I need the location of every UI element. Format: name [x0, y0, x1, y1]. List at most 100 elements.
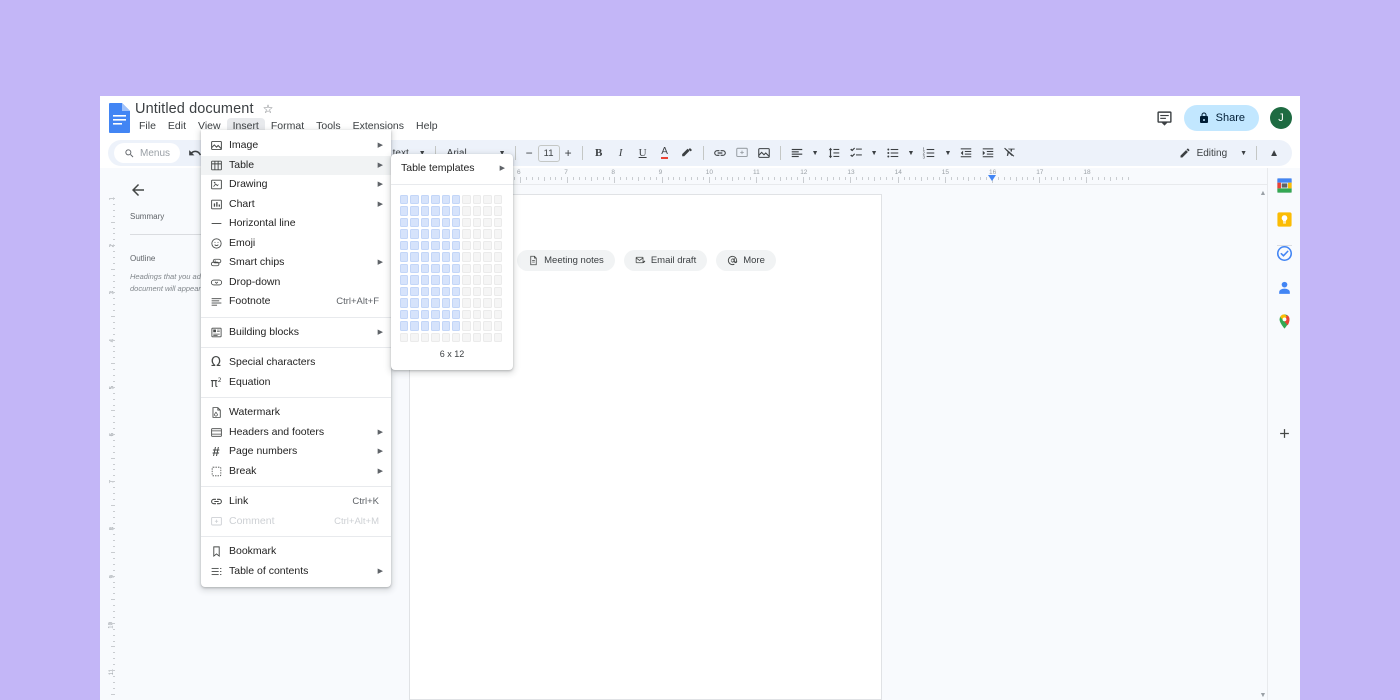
chevron-down-icon[interactable]: ▼	[1259, 692, 1267, 700]
table-size-cell[interactable]	[399, 240, 409, 252]
menu-item-table[interactable]: Table ▶	[201, 155, 391, 175]
menu-item-link[interactable]: Link Ctrl+K	[201, 492, 391, 512]
table-size-cell[interactable]	[461, 297, 471, 309]
table-size-cell[interactable]	[461, 240, 471, 252]
table-size-cell[interactable]	[409, 240, 419, 252]
avatar[interactable]: J	[1270, 107, 1292, 129]
add-comment-button[interactable]	[731, 142, 753, 164]
table-size-cell[interactable]	[441, 320, 451, 332]
table-size-cell[interactable]	[482, 205, 492, 217]
table-size-cell[interactable]	[420, 240, 430, 252]
table-size-cell[interactable]	[399, 332, 409, 344]
table-size-cell[interactable]	[441, 286, 451, 298]
table-size-cell[interactable]	[451, 240, 461, 252]
table-size-cell[interactable]	[472, 240, 482, 252]
insert-image-button[interactable]	[753, 142, 775, 164]
table-size-cell[interactable]	[430, 332, 440, 344]
table-size-cell[interactable]	[472, 332, 482, 344]
table-size-cell[interactable]	[451, 194, 461, 206]
rail-item-tasks[interactable]	[1276, 245, 1293, 262]
table-size-cell[interactable]	[399, 297, 409, 309]
chevron-down-icon[interactable]: ▼	[940, 150, 955, 157]
share-button[interactable]: Share	[1183, 105, 1259, 131]
google-docs-logo-icon[interactable]	[106, 102, 134, 134]
table-size-cell[interactable]	[430, 251, 440, 263]
table-size-cell[interactable]	[472, 194, 482, 206]
table-size-cell[interactable]	[451, 332, 461, 344]
table-size-cell[interactable]	[430, 286, 440, 298]
table-size-cell[interactable]	[441, 205, 451, 217]
table-size-cell[interactable]	[441, 251, 451, 263]
table-size-cell[interactable]	[430, 228, 440, 240]
table-size-cell[interactable]	[399, 309, 409, 321]
table-size-cell[interactable]	[420, 309, 430, 321]
table-size-cell[interactable]	[409, 251, 419, 263]
table-size-cell[interactable]	[420, 286, 430, 298]
italic-button[interactable]: I	[610, 142, 632, 164]
chevron-down-icon[interactable]: ▼	[808, 150, 823, 157]
table-size-cell[interactable]	[399, 205, 409, 217]
bold-button[interactable]: B	[588, 142, 610, 164]
table-size-cell[interactable]	[399, 263, 409, 275]
table-size-cell[interactable]	[482, 309, 492, 321]
table-size-cell[interactable]	[420, 263, 430, 275]
menu-item-footnote[interactable]: Footnote Ctrl+Alt+F	[201, 292, 391, 312]
table-size-cell[interactable]	[430, 263, 440, 275]
table-size-cell[interactable]	[493, 286, 503, 298]
search-input[interactable]: Menus	[114, 143, 181, 163]
table-size-cell[interactable]	[461, 286, 471, 298]
table-size-cell[interactable]	[451, 274, 461, 286]
table-size-cell[interactable]	[461, 205, 471, 217]
table-size-cell[interactable]	[472, 286, 482, 298]
table-size-cell[interactable]	[420, 217, 430, 229]
menu-item-page-numbers[interactable]: # Page numbers ▶	[201, 442, 391, 462]
table-size-cell[interactable]	[493, 251, 503, 263]
table-size-cell[interactable]	[461, 332, 471, 344]
menu-item-watermark[interactable]: Watermark	[201, 403, 391, 423]
table-size-cell[interactable]	[461, 217, 471, 229]
highlight-color-button[interactable]	[676, 142, 698, 164]
table-size-cell[interactable]	[472, 217, 482, 229]
table-size-cell[interactable]	[399, 228, 409, 240]
chevron-down-icon[interactable]: ▼	[904, 150, 919, 157]
table-size-cell[interactable]	[493, 217, 503, 229]
menu-item-drawing[interactable]: Drawing ▶	[201, 175, 391, 195]
table-size-cell[interactable]	[441, 274, 451, 286]
table-size-cell[interactable]	[409, 217, 419, 229]
table-size-cell[interactable]	[409, 228, 419, 240]
table-size-cell[interactable]	[420, 251, 430, 263]
table-size-cell[interactable]	[482, 194, 492, 206]
table-size-cell[interactable]	[472, 309, 482, 321]
table-size-cell[interactable]	[441, 332, 451, 344]
increase-indent-button[interactable]	[977, 142, 999, 164]
table-size-cell[interactable]	[472, 274, 482, 286]
table-size-cell[interactable]	[472, 228, 482, 240]
chip-more[interactable]: More	[716, 250, 776, 271]
page-title[interactable]: Untitled document	[135, 101, 254, 117]
star-outline-icon[interactable]: ☆	[263, 103, 274, 115]
rail-item-maps[interactable]	[1276, 313, 1293, 330]
menu-item-image[interactable]: Image ▶	[201, 136, 391, 156]
menu-item-chart[interactable]: Chart ▶	[201, 195, 391, 215]
table-size-cell[interactable]	[441, 194, 451, 206]
table-size-cell[interactable]	[430, 309, 440, 321]
table-size-grid[interactable]	[399, 194, 505, 344]
table-size-cell[interactable]	[399, 251, 409, 263]
table-size-cell[interactable]	[451, 263, 461, 275]
menu-item-drop-down[interactable]: Drop-down	[201, 273, 391, 293]
table-size-cell[interactable]	[493, 332, 503, 344]
table-size-cell[interactable]	[420, 205, 430, 217]
menu-item-bookmark[interactable]: Bookmark	[201, 542, 391, 562]
menu-item-table-of-contents[interactable]: Table of contents ▶	[201, 562, 391, 582]
table-size-cell[interactable]	[493, 309, 503, 321]
font-size-input[interactable]: 11	[537, 144, 560, 162]
arrow-back-icon[interactable]	[129, 181, 147, 199]
table-size-cell[interactable]	[409, 194, 419, 206]
table-size-cell[interactable]	[420, 320, 430, 332]
table-size-cell[interactable]	[430, 217, 440, 229]
table-size-cell[interactable]	[451, 286, 461, 298]
menu-item-break[interactable]: Break ▶	[201, 462, 391, 482]
table-size-cell[interactable]	[472, 205, 482, 217]
rail-item-contacts[interactable]	[1276, 279, 1293, 296]
menu-item-horizontal-line[interactable]: Horizontal line	[201, 214, 391, 234]
